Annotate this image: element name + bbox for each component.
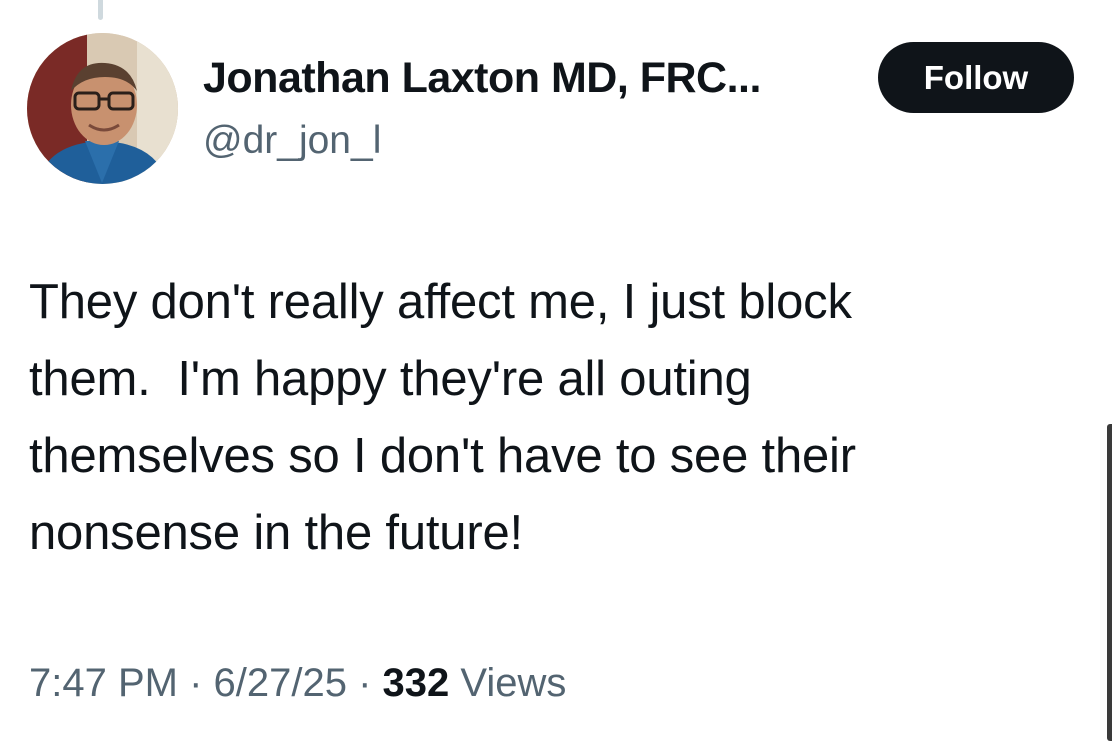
tweet-date[interactable]: 6/27/25 — [214, 661, 347, 705]
tweet-time[interactable]: 7:47 PM — [29, 661, 178, 705]
meta-separator: · — [177, 661, 214, 705]
author-display-name[interactable]: Jonathan Laxton MD, FRC... — [203, 52, 761, 104]
follow-button[interactable]: Follow — [878, 42, 1074, 113]
tweet-meta: 7:47 PM · 6/27/25 · 332 Views — [29, 653, 566, 713]
tweet-text: They don't really affect me, I just bloc… — [29, 275, 856, 560]
avatar[interactable] — [27, 33, 178, 184]
meta-separator: · — [346, 661, 383, 705]
thread-connector-line — [98, 0, 103, 20]
views-count[interactable]: 332 — [383, 661, 450, 705]
profile-photo-icon — [27, 33, 178, 184]
scrollbar[interactable] — [1107, 424, 1112, 741]
views-label[interactable]: Views — [449, 661, 566, 705]
author-handle[interactable]: @dr_jon_l — [203, 117, 381, 165]
